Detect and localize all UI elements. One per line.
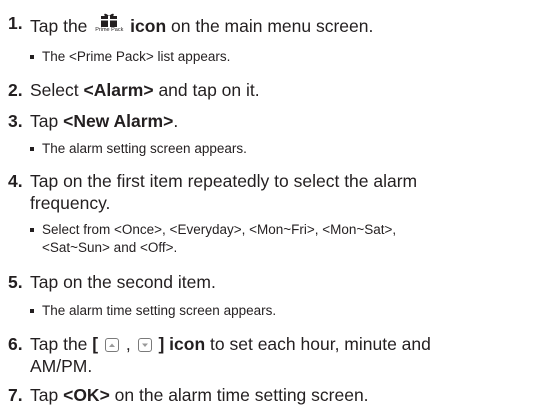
- bullet-icon: [30, 309, 34, 313]
- prime-pack-icon-caption: Prime Pack: [95, 27, 124, 33]
- step-number: 2.: [8, 80, 23, 100]
- step-text: Tap on the first item repeatedly to sele…: [30, 170, 530, 214]
- step-text-post: and tap on it.: [158, 80, 260, 100]
- step-text-pre: Tap: [30, 385, 59, 405]
- step-text: Select <Alarm> and tap on it.: [30, 79, 530, 101]
- down-arrow-icon: [137, 338, 152, 352]
- note-text: Select from <Once>, <Everyday>, <Mon~Fri…: [42, 221, 530, 257]
- step-text-bold: <Alarm>: [83, 80, 154, 100]
- step-number: 1.: [8, 13, 23, 33]
- bullet-icon: [30, 55, 34, 59]
- note-text-line-1: Select from <Once>, <Everyday>, <Mon~Fri…: [42, 222, 397, 237]
- step-text-pre: Select: [30, 80, 79, 100]
- step-text: Tap on the second item.: [30, 272, 216, 292]
- bracket-open: [: [92, 334, 99, 354]
- step-text-post: .: [173, 111, 179, 131]
- step-text: Tap the Prime Pack icon on the main menu…: [30, 12, 530, 37]
- step-text: Tap <New Alarm>.: [30, 110, 530, 132]
- step-text-bold: <New Alarm>: [63, 111, 174, 131]
- step-text-line-2: frequency.: [30, 193, 111, 213]
- step-text: Tap the [ , ] icon to set each hour, min…: [30, 333, 530, 377]
- icon-separator: ,: [125, 334, 131, 354]
- note-text: The alarm time setting screen appears.: [42, 303, 277, 318]
- bullet-icon: [30, 228, 34, 232]
- step-text-post: on the main menu screen.: [171, 16, 374, 36]
- step-text-post: on the alarm time setting screen.: [114, 385, 369, 405]
- step-number: 6.: [8, 334, 23, 354]
- note-text-line-2: <Sat~Sun> and <Off>.: [42, 240, 178, 255]
- step-text-line-1: Tap the [ , ] icon to set each hour, min…: [30, 333, 530, 355]
- step-number: 4.: [8, 171, 23, 191]
- note-text: The <Prime Pack> list appears.: [42, 49, 231, 64]
- up-arrow-icon: [104, 338, 119, 352]
- bullet-icon: [30, 147, 34, 151]
- prime-pack-icon: Prime Pack: [94, 12, 124, 34]
- step-number: 3.: [8, 111, 23, 131]
- step-text-pre: Tap: [30, 111, 59, 131]
- step-number: 7.: [8, 385, 23, 405]
- step-text: Tap <OK> on the alarm time setting scree…: [30, 384, 530, 406]
- step-number: 5.: [8, 272, 23, 292]
- step-text-pre: Tap the: [30, 334, 88, 354]
- step-text-post: to set each hour, minute and: [210, 334, 431, 354]
- step-text-pre: Tap the: [30, 16, 88, 36]
- gift-box-icon: [101, 13, 118, 27]
- step-text-bold: icon: [130, 16, 167, 36]
- note-text: The alarm setting screen appears.: [42, 141, 247, 156]
- step-text-line-2: AM/PM.: [30, 356, 93, 376]
- step-text-bold: <OK>: [63, 385, 110, 405]
- bracket-close-label: ] icon: [158, 334, 206, 354]
- step-text-line-1: Tap on the first item repeatedly to sele…: [30, 171, 418, 191]
